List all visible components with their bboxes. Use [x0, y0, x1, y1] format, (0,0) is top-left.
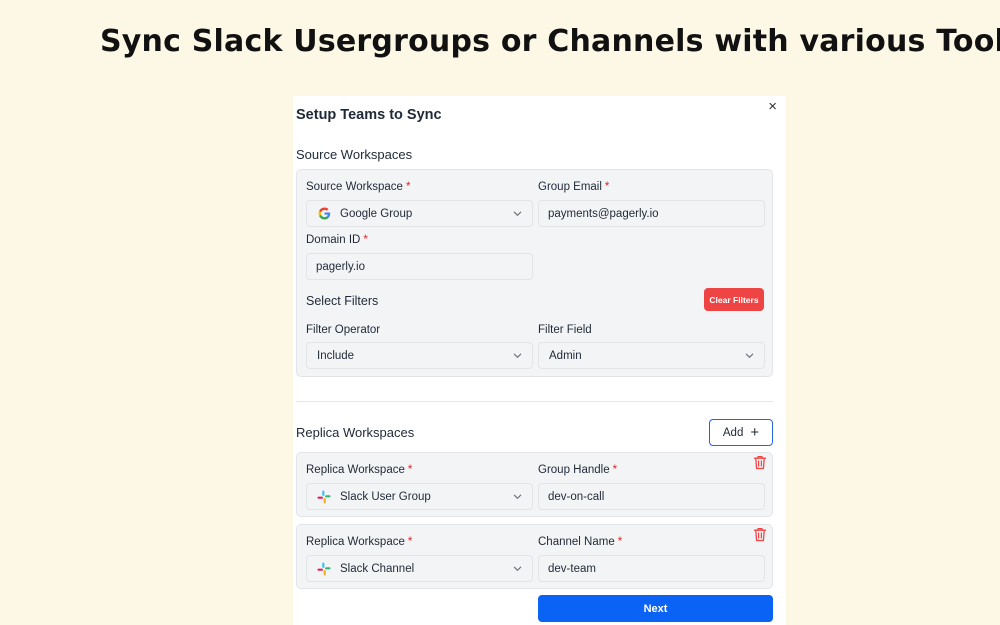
page-headline: Sync Slack Usergroups or Channels with v… [100, 24, 1000, 59]
replica-section-title: Replica Workspaces [296, 425, 415, 440]
source-panel: Source Workspace * Google Group Group Ema… [296, 169, 773, 377]
source-workspace-select[interactable]: Google Group [306, 200, 533, 227]
google-icon [317, 207, 331, 221]
filter-operator-select[interactable]: Include [306, 342, 533, 369]
add-replica-button[interactable]: Add + [709, 419, 773, 446]
source-workspace-label: Source Workspace * [306, 181, 411, 193]
slack-icon [317, 562, 331, 576]
slack-icon [317, 490, 331, 504]
group-email-input[interactable]: payments@pagerly.io [538, 200, 765, 227]
replica-workspace-label: Replica Workspace * [306, 536, 413, 548]
channel-name-label: Channel Name * [538, 536, 623, 548]
replica-item: Replica Workspace * Slack User Group Grou… [296, 452, 773, 517]
replica-item: Replica Workspace * Slack Channel Channel… [296, 524, 773, 589]
filter-field-value: Admin [549, 349, 582, 362]
replica-workspace-label: Replica Workspace * [306, 464, 413, 476]
chevron-down-icon [513, 209, 522, 218]
group-handle-label: Group Handle * [538, 464, 618, 476]
domain-id-input[interactable]: pagerly.io [306, 253, 533, 280]
source-section-title: Source Workspaces [296, 147, 413, 162]
filter-field-label: Filter Field [538, 324, 592, 336]
modal-title: Setup Teams to Sync [296, 107, 442, 123]
channel-name-input[interactable]: dev-team [538, 555, 765, 582]
replica-workspace-select[interactable]: Slack Channel [306, 555, 533, 582]
add-button-label: Add [722, 426, 744, 439]
source-workspace-value: Google Group [340, 207, 413, 220]
clear-filters-button[interactable]: Clear Filters [704, 288, 764, 311]
group-handle-input[interactable]: dev-on-call [538, 483, 765, 510]
replica-workspace-select[interactable]: Slack User Group [306, 483, 533, 510]
chevron-down-icon [745, 351, 754, 360]
filter-operator-label: Filter Operator [306, 324, 381, 336]
filter-operator-value: Include [317, 349, 355, 362]
chevron-down-icon [513, 564, 522, 573]
replica-workspace-value: Slack Channel [340, 562, 415, 575]
trash-icon[interactable] [753, 527, 767, 542]
group-email-label: Group Email * [538, 181, 610, 193]
trash-icon[interactable] [753, 455, 767, 470]
close-icon[interactable]: × [768, 98, 777, 115]
select-filters-title: Select Filters [306, 294, 379, 308]
replica-workspace-value: Slack User Group [340, 490, 431, 503]
chevron-down-icon [513, 492, 522, 501]
section-divider [296, 401, 773, 402]
filter-field-select[interactable]: Admin [538, 342, 765, 369]
next-button[interactable]: Next [538, 595, 773, 622]
domain-id-label: Domain ID * [306, 234, 368, 246]
plus-icon: + [750, 424, 760, 441]
chevron-down-icon [513, 351, 522, 360]
setup-teams-modal: × Setup Teams to Sync Source Workspaces … [293, 96, 786, 625]
